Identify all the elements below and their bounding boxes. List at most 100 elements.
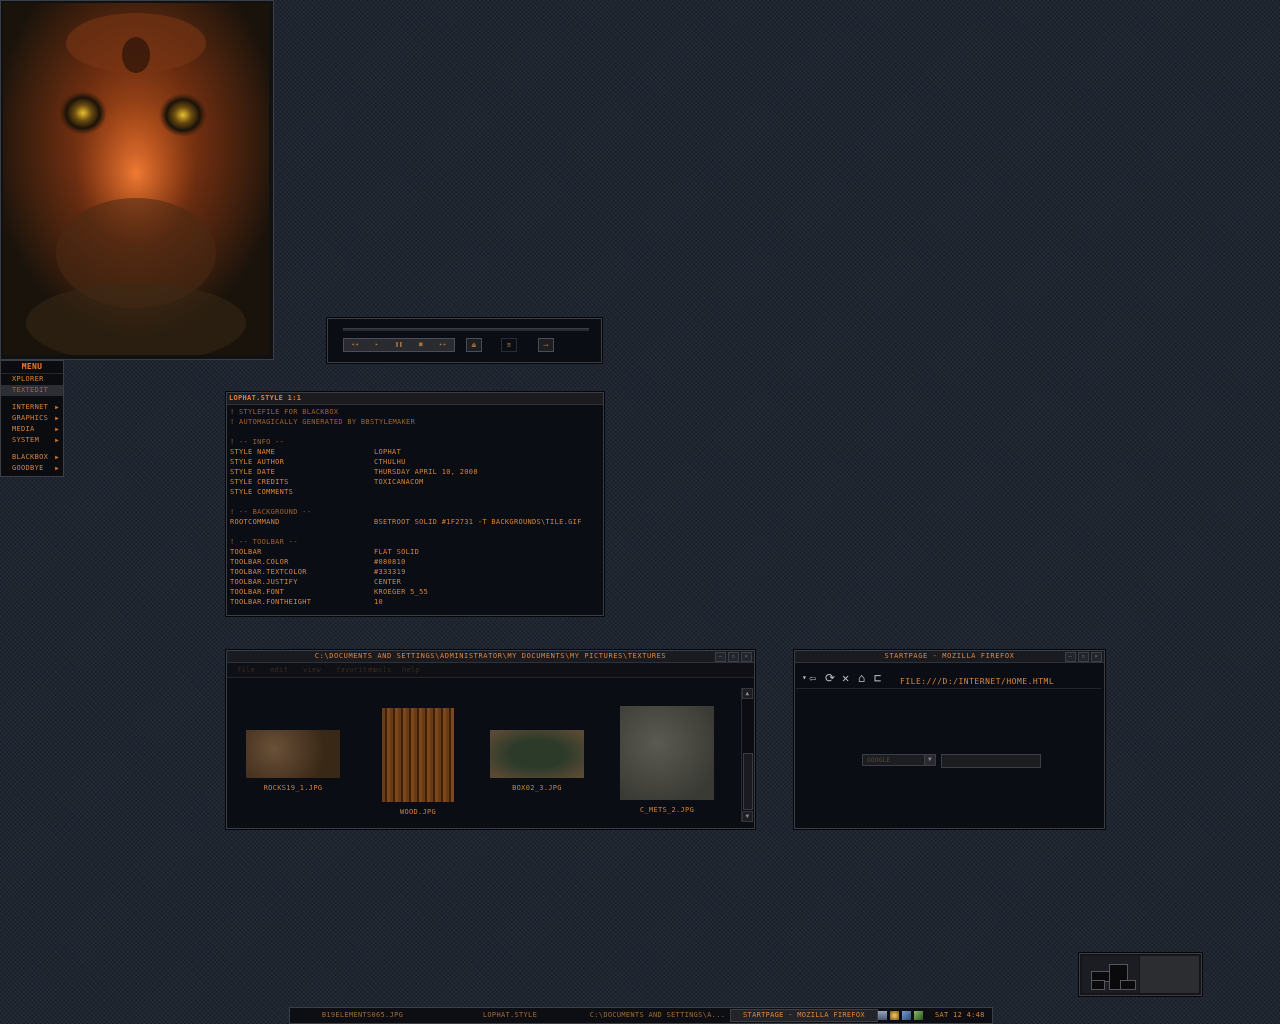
stop-icon[interactable]: ✕ xyxy=(842,672,850,684)
taskbar-item[interactable]: C:\DOCUMENTS AND SETTINGS\A... xyxy=(585,1010,730,1021)
editor-value: TOXICANACOM xyxy=(374,478,424,486)
text-editor-window: LOPHAT.STYLE 1:1 ! STYLEFILE FOR BLACKBO… xyxy=(226,392,604,616)
editor-key: ! AUTOMAGICALLY GENERATED BY BBSTYLEMAKE… xyxy=(230,418,416,426)
mini-window xyxy=(1120,980,1136,990)
thumbnail-image xyxy=(620,706,714,800)
chevron-down-icon[interactable]: ▼ xyxy=(924,755,935,765)
menubar-edit[interactable]: edit xyxy=(270,663,303,677)
explorer-title: C:\DOCUMENTS AND SETTINGS\ADMINISTRATOR\… xyxy=(227,651,754,663)
editor-line: TOOLBAR.TEXTCOLOR #333319 xyxy=(230,567,600,577)
url-bar[interactable]: FILE:///D:/INTERNET/HOME.HTML xyxy=(900,677,1054,686)
explorer-menubar: file edit view favorites tools help xyxy=(227,663,754,678)
reload-icon[interactable]: ⟳ xyxy=(825,672,835,684)
editor-key: TOOLBAR.TEXTCOLOR xyxy=(230,568,307,576)
editor-line: TOOLBAR.FONTHEIGHT 10 xyxy=(230,597,600,607)
editor-value: BSETROOT SOLID #1F2731 -T BACKGROUNDS\TI… xyxy=(374,518,582,526)
network-icon[interactable] xyxy=(878,1010,887,1020)
vertical-scrollbar[interactable]: ▲ ▼ xyxy=(741,688,753,822)
stop-button[interactable]: ■ xyxy=(410,339,432,351)
taskbar-item[interactable]: B19ELEMENTS065.JPG xyxy=(290,1010,435,1021)
menu-item-label: MEDIA xyxy=(12,425,35,433)
editor-line: TOOLBAR FLAT SOLID xyxy=(230,547,600,557)
menubar-favorites[interactable]: favorites xyxy=(336,663,376,677)
explorer-path: C:\DOCUMENTS AND SETTINGS\ADMINISTRATOR\… xyxy=(314,652,667,660)
workspace-2[interactable] xyxy=(1140,956,1199,993)
editor-line: ! AUTOMAGICALLY GENERATED BY BBSTYLEMAKE… xyxy=(230,417,600,427)
scroll-down-icon[interactable]: ▼ xyxy=(742,811,753,822)
menubar-file[interactable]: file xyxy=(237,663,270,677)
editor-key xyxy=(230,497,374,507)
editor-key: ! -- BACKGROUND -- xyxy=(230,508,312,516)
firefox-window: STARTPAGE - MOZILLA FIREFOX – ▫ × ▾ ⇦ ⟳ … xyxy=(794,650,1105,829)
search-input[interactable] xyxy=(941,754,1041,768)
menu-item-system[interactable]: SYSTEM ▶ xyxy=(1,435,63,446)
workspace-1[interactable] xyxy=(1082,956,1139,993)
eject-icon[interactable]: ⏏ xyxy=(466,338,482,352)
home-icon[interactable]: ⌂ xyxy=(858,672,866,684)
taskbar: B19ELEMENTS065.JPG LOPHAT.STYLE C:\DOCUMEN… xyxy=(289,1007,993,1024)
sun-icon[interactable] xyxy=(890,1010,899,1020)
editor-key xyxy=(230,427,374,437)
explorer-window: C:\DOCUMENTS AND SETTINGS\ADMINISTRATOR\… xyxy=(226,650,755,829)
submenu-arrow-icon: ▶ xyxy=(55,437,59,444)
previous-button[interactable]: ◂◂ xyxy=(344,339,366,351)
editor-value: FLAT SOLID xyxy=(374,548,420,556)
mini-window xyxy=(1091,980,1105,990)
editor-key: TOOLBAR.FONTHEIGHT xyxy=(230,598,312,606)
editor-key: TOOLBAR.FONT xyxy=(230,588,285,596)
arrow-right-icon[interactable]: ⟶ xyxy=(538,338,554,352)
dropdown-icon[interactable]: ▾ xyxy=(802,672,807,684)
next-button[interactable]: ▸▸ xyxy=(432,339,454,351)
image-viewer-window xyxy=(0,0,274,360)
editor-key: TOOLBAR.JUSTIFY xyxy=(230,578,298,586)
menu-title: MENU xyxy=(1,361,63,374)
menu-item-textedit[interactable]: TEXTEDIT xyxy=(1,385,63,396)
editor-value: LOPHAT xyxy=(374,448,402,456)
maximize-button[interactable]: ▫ xyxy=(728,652,739,662)
editor-value: CENTER xyxy=(374,578,402,586)
editor-key: ! -- TOOLBAR -- xyxy=(230,538,298,546)
system-tray xyxy=(878,1009,930,1021)
play-button[interactable]: ▸ xyxy=(366,339,388,351)
menu-item-label: GOODBYE xyxy=(12,464,44,472)
display-icon[interactable] xyxy=(902,1010,911,1020)
editor-line: TOOLBAR.JUSTIFY CENTER xyxy=(230,577,600,587)
taskbar-item[interactable]: STARTPAGE - MOZILLA FIREFOX xyxy=(730,1009,878,1022)
back-icon[interactable]: ⇦ xyxy=(809,672,817,684)
editor-key: ROOTCOMMAND xyxy=(230,518,280,526)
menu-item-goodbye[interactable]: GOODBYE ▶ xyxy=(1,463,63,474)
menu-item-label: TEXTEDIT xyxy=(12,386,49,394)
submenu-arrow-icon: ▶ xyxy=(55,454,59,461)
root-menu: MENU XPLORER TEXTEDIT INTERNET ▶ GRAPHICS ▶ ME… xyxy=(0,360,64,477)
workspace-pager xyxy=(1079,953,1202,996)
taskbar-item[interactable]: LOPHAT.STYLE xyxy=(435,1010,585,1021)
pause-button[interactable]: ❚❚ xyxy=(388,339,410,351)
editor-line: STYLE DATE THURSDAY APRIL 10, 2008 xyxy=(230,467,600,477)
menu-item-label: XPLORER xyxy=(12,375,44,383)
editor-key: STYLE AUTHOR xyxy=(230,458,285,466)
bookmark-icon[interactable]: ⊏ xyxy=(874,672,882,684)
search-engine-select[interactable]: GOOGLE ▼ xyxy=(862,754,936,766)
editor-text-area[interactable]: ! STYLEFILE FOR BLACKBOX ! AUTOMAGICALLY … xyxy=(227,405,603,609)
seek-bar[interactable] xyxy=(343,328,589,331)
menu-item-blackbox[interactable]: BLACKBOX ▶ xyxy=(1,452,63,463)
menubar-help[interactable]: help xyxy=(402,663,435,677)
equalizer-icon[interactable]: ≡ xyxy=(501,338,517,352)
scroll-up-icon[interactable]: ▲ xyxy=(742,688,753,699)
menu-item-label: SYSTEM xyxy=(12,436,40,444)
editor-line: TOOLBAR.FONT KROEGER 5_55 xyxy=(230,587,600,597)
close-button[interactable]: × xyxy=(1091,652,1102,662)
menubar-view[interactable]: view xyxy=(303,663,336,677)
close-button[interactable]: × xyxy=(741,652,752,662)
menubar-tools[interactable]: tools xyxy=(369,663,402,677)
scrollbar-thumb[interactable] xyxy=(743,753,753,810)
minimize-button[interactable]: – xyxy=(715,652,726,662)
tray-app-icon[interactable] xyxy=(914,1010,923,1020)
maximize-button[interactable]: ▫ xyxy=(1078,652,1089,662)
menu-item-media[interactable]: MEDIA ▶ xyxy=(1,424,63,435)
minimize-button[interactable]: – xyxy=(1065,652,1076,662)
menu-item-graphics[interactable]: GRAPHICS ▶ xyxy=(1,413,63,424)
editor-line: STYLE AUTHOR CTHULHU xyxy=(230,457,600,467)
menu-item-xplorer[interactable]: XPLORER xyxy=(1,374,63,385)
menu-item-internet[interactable]: INTERNET ▶ xyxy=(1,402,63,413)
